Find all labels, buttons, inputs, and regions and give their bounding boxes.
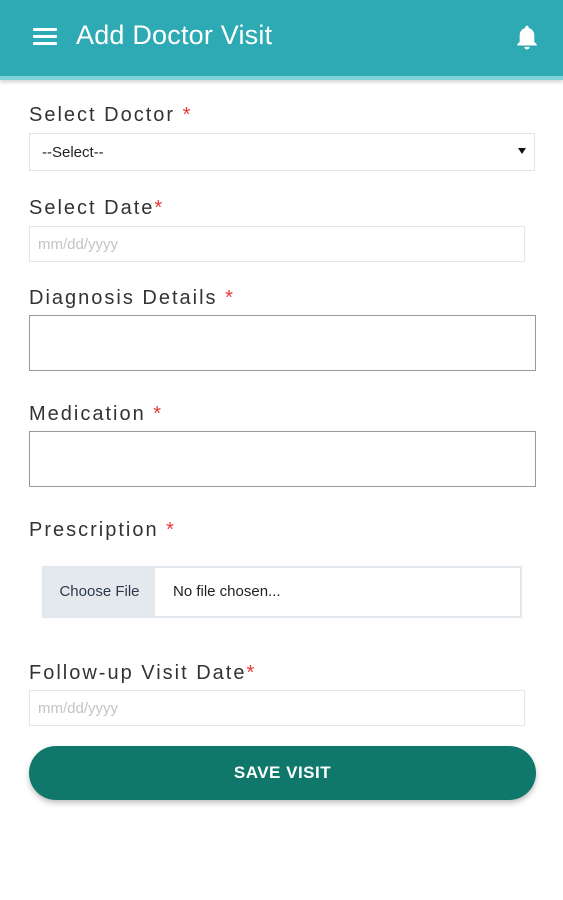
- choose-file-button[interactable]: Choose File: [44, 568, 155, 616]
- doctor-label: Select Doctor *: [29, 104, 193, 126]
- medication-label: Medication *: [29, 403, 164, 425]
- doctor-select[interactable]: --Select--: [29, 133, 535, 171]
- required-marker: *: [225, 287, 235, 309]
- required-marker: *: [246, 662, 257, 684]
- follow-up-label: Follow-up Visit Date*: [29, 662, 257, 684]
- required-marker: *: [154, 197, 165, 219]
- diagnosis-label: Diagnosis Details *: [29, 287, 235, 309]
- file-status: No file chosen...: [173, 583, 281, 600]
- visit-date-label: Select Date*: [29, 197, 165, 219]
- save-visit-button[interactable]: SAVE VISIT: [29, 746, 536, 800]
- medication-field[interactable]: [29, 431, 536, 487]
- follow-up-date-input[interactable]: [29, 690, 525, 726]
- required-marker: *: [166, 519, 176, 541]
- prescription-file-input[interactable]: Choose File No file chosen...: [42, 566, 522, 618]
- required-marker: *: [182, 104, 193, 126]
- hamburger-menu-icon[interactable]: [33, 28, 57, 46]
- visit-date-input[interactable]: [29, 226, 525, 262]
- app-bar: Add Doctor Visit: [0, 0, 563, 80]
- bell-icon[interactable]: [514, 24, 540, 52]
- doctor-select-value: --Select--: [42, 144, 104, 161]
- required-marker: *: [153, 403, 164, 425]
- dropdown-arrow-icon: [518, 148, 526, 154]
- page-title: Add Doctor Visit: [76, 20, 273, 50]
- diagnosis-field[interactable]: [29, 315, 536, 371]
- prescription-label: Prescription *: [29, 519, 176, 541]
